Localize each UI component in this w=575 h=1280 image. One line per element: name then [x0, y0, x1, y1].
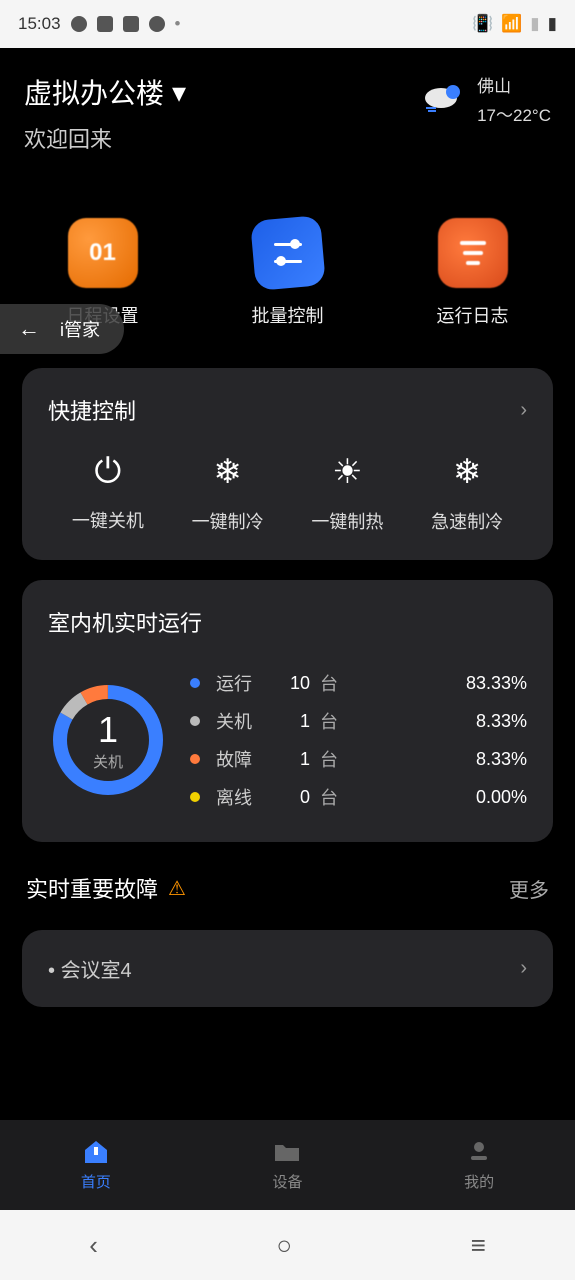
runtime-donut-chart: 1 关机 [48, 680, 168, 800]
stat-unit: 台 [320, 784, 350, 810]
status-icon [149, 16, 165, 32]
action-label: 运行日志 [437, 302, 509, 328]
stat-row-fault: 故障 1 台 8.33% [190, 740, 527, 778]
sys-recent-button[interactable]: ≡ [471, 1230, 486, 1261]
faults-header: 实时重要故障 ⚠ 更多 [0, 862, 575, 914]
weather-city: 佛山 [477, 72, 551, 97]
quick-turbo-cool[interactable]: ❄ 急速制冷 [431, 452, 503, 534]
quick-cool[interactable]: ❄ 一键制冷 [192, 452, 264, 534]
quick-label: 一键关机 [72, 507, 144, 533]
page-header: 虚拟办公楼 ▾ 欢迎回来 佛山 17～22°C [0, 48, 575, 178]
quick-label: 一键制热 [311, 508, 383, 534]
chevron-right-icon: › [520, 957, 527, 980]
legend-dot [190, 716, 200, 726]
welcome-text: 欢迎回来 [24, 122, 186, 154]
chevron-down-icon: ▾ [172, 76, 186, 109]
location-selector[interactable]: 虚拟办公楼 ▾ [24, 72, 186, 112]
stat-name: 运行 [216, 670, 260, 696]
sliders-icon [250, 215, 326, 291]
card-title: 室内机实时运行 [48, 606, 527, 638]
card-title: 快捷控制 [48, 394, 136, 426]
snowflake-icon: ❄ [453, 452, 482, 492]
stat-count: 1 [270, 749, 310, 770]
location-name: 虚拟办公楼 [24, 72, 164, 112]
quick-label: 一键制冷 [192, 508, 264, 534]
folder-icon [272, 1139, 302, 1165]
bottom-nav: 首页 设备 我的 [0, 1120, 575, 1210]
sys-back-button[interactable]: ‹ [89, 1230, 98, 1261]
stat-count: 1 [270, 711, 310, 732]
status-icon [97, 16, 113, 32]
legend-dot [190, 754, 200, 764]
power-icon: ⏻ [94, 452, 121, 491]
runtime-stats: 运行 10 台 83.33% 关机 1 台 8.33% 故障 1 台 [190, 664, 527, 816]
stat-name: 关机 [216, 708, 260, 734]
nav-label: 我的 [464, 1171, 494, 1192]
nav-label: 设备 [272, 1171, 302, 1192]
home-icon [81, 1139, 111, 1165]
log-icon [438, 218, 508, 288]
stat-row-off: 关机 1 台 8.33% [190, 702, 527, 740]
stat-pct: 8.33% [360, 749, 527, 770]
quick-label: 急速制冷 [431, 508, 503, 534]
stat-pct: 0.00% [360, 787, 527, 808]
stat-name: 离线 [216, 784, 260, 810]
fault-name: • 会议室4 [48, 954, 132, 983]
action-label: 批量控制 [252, 302, 324, 328]
weather-widget[interactable]: 佛山 17～22°C [423, 72, 551, 126]
stat-pct: 83.33% [360, 673, 527, 694]
donut-label: 关机 [93, 751, 123, 772]
signal-icon: ▮ [530, 14, 539, 34]
quick-control-card: 快捷控制 › ⏻ 一键关机 ❄ 一键制冷 ☀ 一键制热 ❄ 急速制冷 [22, 368, 553, 560]
quick-power-off[interactable]: ⏻ 一键关机 [72, 452, 144, 534]
calendar-date: 01 [89, 239, 116, 267]
stat-count: 10 [270, 673, 310, 694]
nav-home[interactable]: 首页 [81, 1139, 111, 1192]
person-icon [464, 1139, 494, 1165]
stat-unit: 台 [320, 708, 350, 734]
fault-item[interactable]: • 会议室4 › [22, 930, 553, 1007]
back-pill-label: i管家 [60, 316, 100, 342]
nav-devices[interactable]: 设备 [272, 1139, 302, 1192]
status-icon [71, 16, 87, 32]
more-link[interactable]: 更多 [509, 874, 549, 903]
sys-home-button[interactable]: ○ [276, 1230, 292, 1261]
clock: 15:03 [18, 14, 61, 34]
weather-icon [423, 84, 467, 114]
wifi-icon: 📶 [501, 14, 522, 34]
back-pill[interactable]: ← i管家 [0, 304, 124, 354]
stat-row-offline: 离线 0 台 0.00% [190, 778, 527, 816]
stat-pct: 8.33% [360, 711, 527, 732]
action-log[interactable]: 运行日志 [437, 218, 509, 328]
legend-dot [190, 678, 200, 688]
donut-value: 1 [98, 709, 118, 751]
stat-unit: 台 [320, 746, 350, 772]
legend-dot [190, 792, 200, 802]
quick-heat[interactable]: ☀ 一键制热 [311, 452, 383, 534]
nav-label: 首页 [81, 1171, 111, 1192]
system-status-bar: 15:03 • 📳 📶 ▮ ▮ [0, 0, 575, 48]
warning-icon: ⚠ [168, 876, 186, 901]
status-dot: • [175, 14, 181, 34]
nav-profile[interactable]: 我的 [464, 1139, 494, 1192]
stat-name: 故障 [216, 746, 260, 772]
calendar-icon: 01 [68, 218, 138, 288]
stat-unit: 台 [320, 670, 350, 696]
status-icon [123, 16, 139, 32]
system-nav-bar: ‹ ○ ≡ [0, 1210, 575, 1280]
action-batch-control[interactable]: 批量控制 [252, 218, 324, 328]
stat-count: 0 [270, 787, 310, 808]
sun-icon: ☀ [332, 452, 362, 492]
battery-icon: ▮ [548, 14, 557, 34]
snowflake-icon: ❄ [213, 452, 242, 492]
chevron-right-icon[interactable]: › [520, 399, 527, 422]
weather-temp: 17～22°C [477, 101, 551, 126]
vibrate-icon: 📳 [472, 14, 493, 34]
runtime-card: 室内机实时运行 1 关机 运行 10 台 [22, 580, 553, 842]
stat-row-running: 运行 10 台 83.33% [190, 664, 527, 702]
app-content: 虚拟办公楼 ▾ 欢迎回来 佛山 17～22°C ← i管家 [0, 48, 575, 1120]
faults-title: 实时重要故障 [26, 872, 158, 904]
back-arrow-icon: ← [18, 316, 40, 342]
